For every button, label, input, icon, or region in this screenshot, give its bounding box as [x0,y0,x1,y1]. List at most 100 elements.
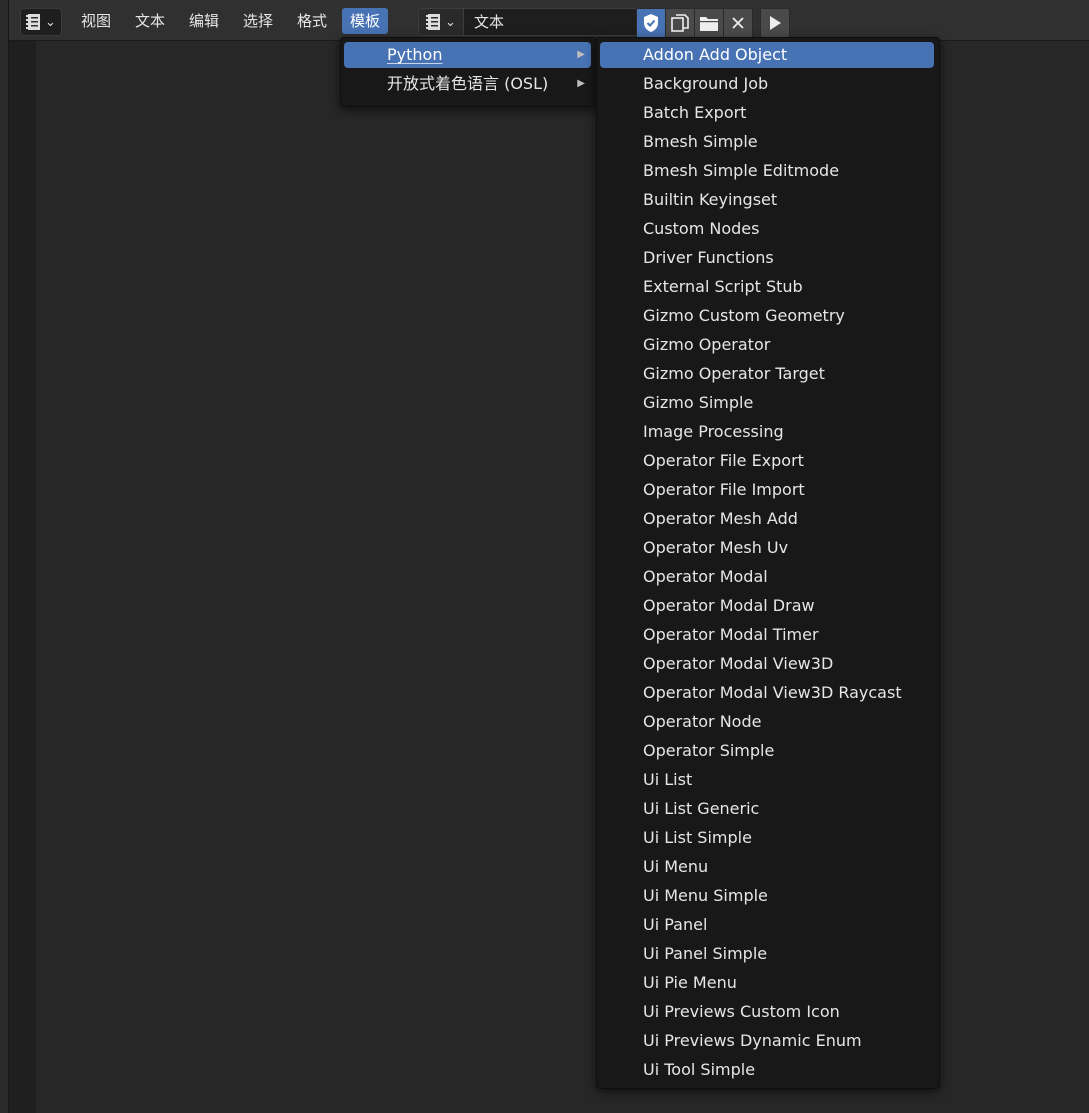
line-number-gutter [9,40,36,1113]
run-script-icon [770,16,781,30]
python-template-item[interactable]: Image Processing [600,419,934,445]
text-editor-icon [26,14,41,30]
menu-item-label: Operator File Export [643,451,804,470]
menu-item-label: Driver Functions [643,248,774,267]
menu-templates[interactable]: 模板 [342,8,389,34]
menu-item-label: Ui Panel [643,915,708,934]
python-template-item[interactable]: Ui Menu [600,854,934,880]
menu-item-label: Gizmo Simple [643,393,754,412]
fake-user-shield-icon [644,14,658,32]
menu-item-label: Python [387,45,443,64]
python-template-item[interactable]: Gizmo Custom Geometry [600,303,934,329]
python-template-item[interactable]: Background Job [600,71,934,97]
python-template-item[interactable]: Builtin Keyingset [600,187,934,213]
menu-item-label: Ui List Generic [643,799,760,818]
menu-item-label: 开放式着色语言 (OSL) [387,74,549,93]
close-icon [732,17,744,29]
menu-item-label: External Script Stub [643,277,803,296]
submenu-arrow-icon: ▶ [577,49,585,60]
menu-item-label: Operator Mesh Add [643,509,798,528]
menu-item-label: Ui Menu [643,857,709,876]
menu-item-label: Ui List [643,770,693,789]
python-template-item[interactable]: Operator Modal Timer [600,622,934,648]
python-template-item[interactable]: Operator File Import [600,477,934,503]
editor-type-selector[interactable]: ⌄ [20,8,62,36]
menu-item-label: Operator Modal Timer [643,625,819,644]
unlink-text-button[interactable] [723,8,753,38]
python-template-item[interactable]: Ui Previews Custom Icon [600,999,934,1025]
python-template-item[interactable]: Operator Node [600,709,934,735]
python-template-item[interactable]: Ui Panel Simple [600,941,934,967]
python-template-item[interactable]: Custom Nodes [600,216,934,242]
text-datablock-icon [426,14,441,30]
python-template-item[interactable]: Gizmo Operator Target [600,361,934,387]
python-templates-submenu: Addon Add Object Background Job Batch Expo… [596,37,940,1089]
text-editor-header: ⌄ 视图 文本 编辑 选择 格式 模板 ⌄ 文本 [9,0,1089,41]
text-datablock-browse[interactable]: ⌄ [418,8,464,36]
python-template-item[interactable]: Ui Tool Simple [600,1057,934,1083]
menu-item-label: Operator File Import [643,480,805,499]
menu-item-label: Image Processing [643,422,784,441]
menu-item-label: Bmesh Simple Editmode [643,161,840,180]
templates-menu: Python ▶ 开放式着色语言 (OSL) ▶ [340,37,598,107]
python-template-item[interactable]: Operator Modal [600,564,934,590]
submenu-arrow-icon: ▶ [577,78,585,89]
menu-item-label: Ui Pie Menu [643,973,737,992]
python-template-item[interactable]: Gizmo Operator [600,332,934,358]
python-template-item[interactable]: Operator File Export [600,448,934,474]
python-template-item[interactable]: Gizmo Simple [600,390,934,416]
templates-menu-item-osl[interactable]: 开放式着色语言 (OSL) ▶ [344,71,591,97]
chevron-down-icon: ⌄ [445,14,456,30]
menu-item-label: Ui Menu Simple [643,886,768,905]
new-text-button[interactable] [665,8,695,38]
menu-select[interactable]: 选择 [235,8,281,34]
menu-item-label: Background Job [643,74,769,93]
python-template-item[interactable]: Batch Export [600,100,934,126]
new-text-icon [671,14,689,32]
python-template-item[interactable]: Ui List Simple [600,825,934,851]
menu-item-label: Batch Export [643,103,747,122]
text-name-field[interactable]: 文本 [463,8,647,36]
menu-item-label: Operator Modal View3D Raycast [643,683,902,702]
python-template-item[interactable]: Ui Previews Dynamic Enum [600,1028,934,1054]
open-folder-icon [700,17,718,31]
python-template-item[interactable]: External Script Stub [600,274,934,300]
menu-item-label: Custom Nodes [643,219,760,238]
menu-item-label: Operator Modal Draw [643,596,815,615]
menu-format[interactable]: 格式 [289,8,335,34]
python-template-item[interactable]: Bmesh Simple Editmode [600,158,934,184]
python-template-item[interactable]: Operator Mesh Uv [600,535,934,561]
python-template-item[interactable]: Operator Modal View3D [600,651,934,677]
fake-user-button[interactable] [636,8,666,38]
python-template-item[interactable]: Operator Modal Draw [600,593,934,619]
python-template-item[interactable]: Bmesh Simple [600,129,934,155]
menu-item-label: Ui List Simple [643,828,752,847]
python-template-item[interactable]: Operator Modal View3D Raycast [600,680,934,706]
menu-text[interactable]: 文本 [127,8,173,34]
chevron-down-icon: ⌄ [45,14,56,30]
menu-item-label: Operator Modal View3D [643,654,834,673]
menu-edit[interactable]: 编辑 [181,8,227,34]
menu-item-label: Operator Modal [643,567,768,586]
templates-menu-item-python[interactable]: Python ▶ [344,42,591,68]
menu-item-label: Ui Previews Custom Icon [643,1002,840,1021]
left-panel-edge [0,0,9,1113]
python-template-item[interactable]: Ui Panel [600,912,934,938]
python-template-item[interactable]: Ui List Generic [600,796,934,822]
python-template-item[interactable]: Driver Functions [600,245,934,271]
menu-item-label: Addon Add Object [643,45,788,64]
open-text-button[interactable] [694,8,724,38]
python-template-item[interactable]: Ui Menu Simple [600,883,934,909]
menu-item-label: Gizmo Operator [643,335,771,354]
menu-item-label: Ui Previews Dynamic Enum [643,1031,862,1050]
python-template-item[interactable]: Ui List [600,767,934,793]
menu-item-label: Gizmo Operator Target [643,364,825,383]
python-template-item[interactable]: Operator Simple [600,738,934,764]
python-template-item[interactable]: Addon Add Object [600,42,934,68]
python-template-item[interactable]: Ui Pie Menu [600,970,934,996]
python-template-item[interactable]: Operator Mesh Add [600,506,934,532]
menu-item-label: Ui Tool Simple [643,1060,756,1079]
menu-view[interactable]: 视图 [73,8,119,34]
menu-item-label: Ui Panel Simple [643,944,768,963]
run-script-button[interactable] [760,8,790,38]
